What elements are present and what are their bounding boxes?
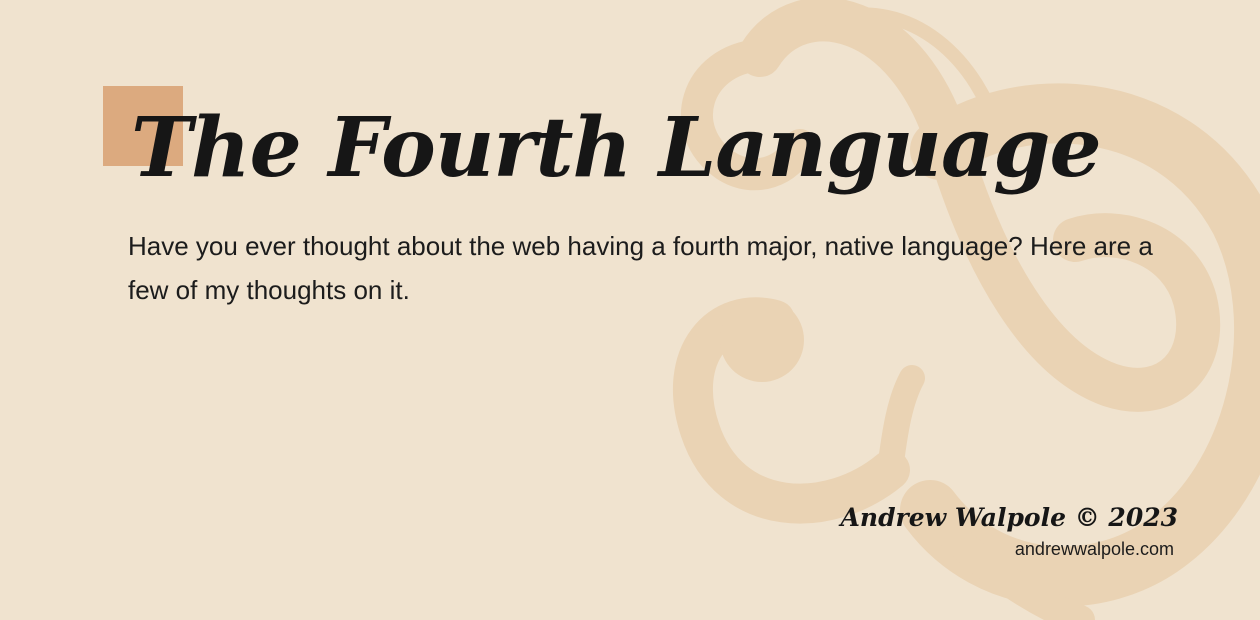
social-card: The Fourth Language Have you ever though… [0,0,1260,620]
website-url: andrewwalpole.com [1014,539,1174,559]
author-copyright: Andrew Walpole © 2023 [840,503,1179,532]
description: Have you ever thought about the web havi… [128,231,1153,305]
byline: Andrew Walpole © 2023 andrewwalpole.com [841,500,1179,562]
page-title: The Fourth Language [131,100,1102,196]
